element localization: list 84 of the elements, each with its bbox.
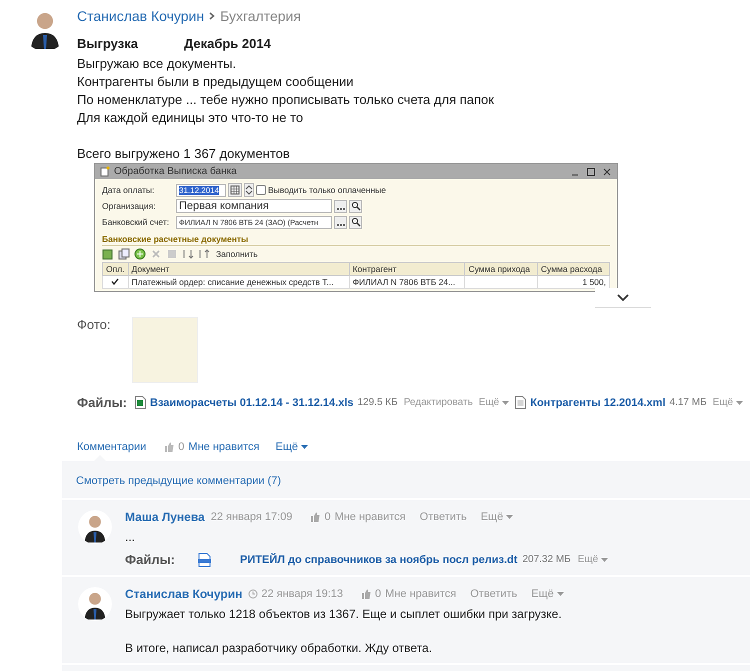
date-field[interactable]: 31.12.2014 [176,184,226,196]
select-field[interactable]: Первая компания [176,199,332,213]
comment-time: 22 января 17:09 [210,511,292,523]
post-text-line: Для каждой единицы это что-то не то [77,109,304,127]
post-title: Выгрузка [77,36,138,51]
comment-text: Выгружает только 1218 объектов из 1367. Еще и сыплет ошибки при загрузке. [125,607,563,621]
maximize-icon[interactable] [586,166,596,176]
comment-text: ... [125,530,136,544]
file-link[interactable]: Контрагенты 12.2014.xml [530,396,666,408]
edit-link[interactable]: Редактировать [404,397,473,408]
ellipsis-icon[interactable] [334,200,347,212]
file-link[interactable]: Взаиморасчеты 01.12.14 - 31.12.14.xls [150,396,354,408]
thumbs-up-icon[interactable] [310,512,320,522]
like-link[interactable]: Мне нравится [334,511,406,523]
document-file-icon [515,396,526,409]
file-link[interactable]: РИТЕЙЛ до справочников за ноябрь посл релиз.dt [240,554,518,566]
avatar-silhouette [78,510,112,544]
files-label: Файлы: [77,395,128,410]
previous-comments-link[interactable]: Смотреть предыдущие комментарии (7) [62,461,750,500]
file-size: 129.5 КБ [358,397,398,408]
column-header[interactable]: Опл. [102,262,128,276]
author-link[interactable]: Маша Лунева [125,510,205,524]
chevron-down-icon [617,294,629,302]
like-count: 0 [375,588,382,600]
caret-icon [736,400,744,404]
field-label: Дата оплаты: [102,185,156,195]
search-icon[interactable] [349,200,362,212]
post-text-line: Контрагенты были в предыдущем сообщении [77,73,355,91]
caret-icon [506,515,514,519]
spreadsheet-file-icon [135,396,146,409]
column-header[interactable]: Документ [128,262,350,276]
group-link[interactable]: Бухгалтерия [220,8,301,24]
checkbox-label: Выводить только оплаченные [268,185,386,195]
column-header[interactable]: Сумма расхода [537,262,610,276]
window-title: Обработка Выписка банка [114,166,237,177]
caret-icon [601,558,608,562]
comment-text: В итоге, написал разработчику обработки. Жду ответа. [125,641,434,655]
sort-ascending-icon[interactable] [182,248,194,260]
add-icon[interactable] [134,248,146,260]
photo-label: Фото: [77,317,110,334]
more-menu-link[interactable]: Ещё [712,397,744,408]
thumbs-up-icon[interactable] [361,589,372,599]
table-cell: ФИЛИАЛ N 7806 ВТБ 24... [352,277,456,287]
more-menu-link[interactable]: Ещё [478,397,510,408]
sort-descending-icon[interactable] [198,248,210,260]
comments-link[interactable]: Комментарии [77,441,146,453]
column-header[interactable]: Сумма прихода [464,262,538,276]
close-icon[interactable] [602,166,612,176]
caret-icon [301,445,308,449]
copy-icon[interactable] [118,248,130,260]
ellipsis-icon[interactable] [334,216,347,228]
calendar-icon[interactable] [228,183,242,197]
more-menu-link[interactable]: Ещё [276,441,308,453]
like-count: 0 [324,511,331,523]
column-header[interactable]: Контрагент [349,262,465,276]
thumbs-up-icon[interactable] [164,442,174,452]
table-cell: 1 500, [582,277,606,287]
caret-icon [556,592,564,596]
table-cell: Платежный ордер: списание денежных средств Т... [132,277,334,287]
clock-icon [248,589,258,599]
post-text-line: По номенклатуре ... тебе нужно прописывать только счета для папок [77,91,495,109]
search-icon[interactable] [349,216,362,228]
document-icon [100,166,110,177]
post-text-line: Выгружаю все документы. [77,55,238,73]
post-text-line: Всего выгружено 1 367 документов [77,145,291,163]
file-icon [198,552,212,566]
file-size: 4.17 МБ [670,397,707,408]
files-label: Файлы: [125,552,176,567]
spinner-icon[interactable] [244,183,254,197]
like-link[interactable]: Мне нравится [188,441,260,453]
paid-only-checkbox[interactable] [256,185,266,195]
field-label: Банковский счет: [102,217,170,227]
post-period: Декабрь 2014 [184,36,271,51]
fill-button[interactable]: Заполнить [216,249,258,259]
chevron-right-icon [209,12,216,20]
comment-time: 22 января 19:13 [248,588,344,600]
author-link[interactable]: Станислав Кочурин [77,8,204,24]
section-heading: Банковские расчетные документы [102,234,610,246]
field-label: Организация: [102,201,157,211]
avatar-silhouette [78,587,112,621]
like-count: 0 [178,441,184,453]
author-link[interactable]: Станислав Кочурин [125,587,242,601]
caret-icon [502,400,510,404]
file-size: 207.32 МБ [522,554,571,565]
